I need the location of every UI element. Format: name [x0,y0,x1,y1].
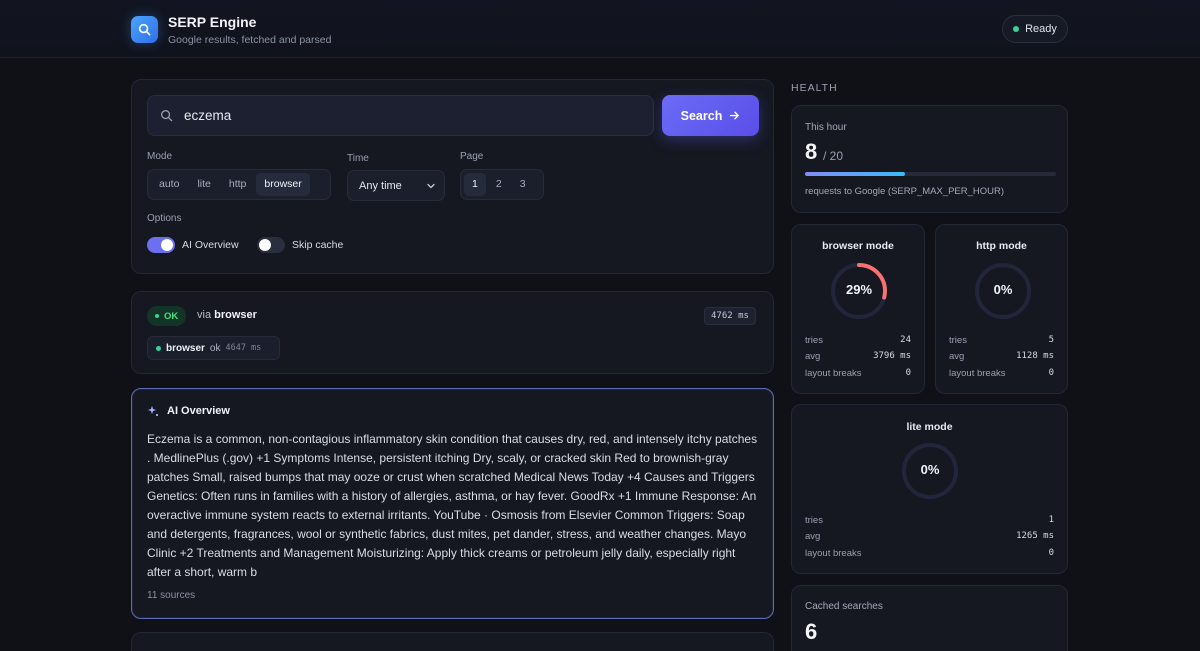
skip-cache-toggle-label: Skip cache [292,239,344,251]
hourly-usage-label: This hour [805,122,847,133]
attempt-dot-icon [156,345,161,351]
skip-cache-toggle[interactable] [257,237,285,253]
stat-label-layout-breaks: layout breaks [805,548,862,559]
success-rate-value: 29% [845,282,873,297]
hourly-usage-count: 8 [805,139,818,164]
ai-overview-toggle-label: AI Overview [182,239,239,251]
options-label: Options [147,213,182,224]
status-dot-icon [1013,26,1020,32]
page-selector: 1 2 3 [460,169,544,200]
time-label: Time [347,153,369,164]
ai-overview-text: Eczema is a common, non-contagious infla… [147,432,758,579]
hourly-usage-caption: requests to Google (SERP_MAX_PER_HOUR) [805,186,1005,197]
stat-label-avg: avg [949,351,965,362]
search-icon [161,110,173,122]
via-prefix: via [197,309,212,321]
app-logo [131,16,158,43]
ai-overview-header: AI Overview [147,405,230,417]
mode-option-auto[interactable]: auto [151,173,187,196]
page-label: Page [460,151,484,162]
mode-selector: auto lite http browser [147,169,331,200]
ai-overview-card: AI Overview Eczema is a common, non-cont… [131,388,774,619]
stat-value-layout-breaks: 0 [1048,368,1054,378]
toggle-knob [161,239,173,251]
stat-value-layout-breaks: 0 [905,368,911,378]
attempt-status: ok [209,342,221,354]
time-select[interactable]: Any time [347,170,445,201]
mode-option-lite[interactable]: lite [189,173,218,196]
via-mode: browser [214,309,257,321]
stat-label-tries: tries [805,335,823,346]
mode-card-title: http mode [976,240,1027,252]
ai-overview-sources-link[interactable]: 11 sources [147,590,195,601]
cached-searches-card: Cached searches 6 [791,585,1068,651]
attempt-chip: browser ok 4647 ms [147,336,280,360]
sparkle-icon [147,405,159,417]
search-input[interactable]: eczema [147,95,654,136]
hourly-usage-card: This hour 8 / 20 requests to Google (SER… [791,105,1068,213]
search-icon [138,23,151,36]
stat-label-layout-breaks: layout breaks [949,368,1006,379]
via-text: via browser [197,309,257,321]
success-rate-value: 0% [993,282,1013,297]
arrow-right-icon [730,111,740,120]
hourly-usage-bar-fill [805,172,906,176]
search-card: eczema Search Mode auto lite http browse… [131,79,774,274]
stat-label-layout-breaks: layout breaks [805,368,862,379]
stat-label-tries: tries [805,515,823,526]
stat-value-avg: 1128 ms [1016,351,1054,361]
ok-dot-icon [155,314,159,318]
hourly-usage-bar [805,172,1056,176]
ai-overview-title: AI Overview [167,405,230,417]
search-button[interactable]: Search [662,95,759,136]
stat-value-tries: 5 [1048,335,1054,345]
mode-label: Mode [147,151,173,162]
mode-card-title: browser mode [822,240,894,252]
search-query: eczema [184,108,232,123]
success-rate-value: 0% [920,462,940,477]
ok-badge: OK [147,306,187,326]
mode-card-lite: lite mode 0% tries 1 avg 1265 ms layout … [791,404,1068,574]
status-badge: Ready [1002,15,1068,43]
ok-badge-text: OK [164,310,179,322]
stat-value-avg: 3796 ms [873,351,911,361]
toggle-knob [259,239,271,251]
stat-value-avg: 1265 ms [1016,531,1054,541]
page-option-3[interactable]: 3 [512,173,534,196]
health-title: HEALTH [791,82,838,94]
app-subtitle: Google results, fetched and parsed [168,34,332,46]
cached-searches-label: Cached searches [805,601,883,612]
mode-option-browser[interactable]: browser [256,173,310,196]
chevron-down-icon [427,183,435,189]
cached-searches-count: 6 [805,619,818,644]
app-title: SERP Engine [168,14,257,30]
result-status-card: OK via browser 4762 ms browser ok 4647 m… [131,291,774,374]
stat-label-avg: avg [805,531,821,542]
stat-value-layout-breaks: 0 [1048,548,1054,558]
mode-card-browser: browser mode 29% tries 24 avg 3796 ms la… [791,224,925,394]
search-button-label: Search [680,108,723,123]
status-text: Ready [1025,23,1057,35]
total-duration-badge: 4762 ms [704,307,756,325]
time-select-value: Any time [359,180,402,192]
mode-option-http[interactable]: http [221,173,255,196]
stat-value-tries: 1 [1048,515,1054,525]
stat-label-avg: avg [805,351,821,362]
attempt-mode: browser [166,342,205,354]
hourly-usage-limit: / 20 [823,149,844,163]
mode-card-title: lite mode [906,421,953,433]
stat-value-tries: 24 [900,335,911,345]
attempt-duration: 4647 ms [225,343,262,353]
page-option-2[interactable]: 2 [488,173,510,196]
mode-card-http: http mode 0% tries 5 avg 1128 ms layout … [935,224,1068,394]
ai-overview-toggle[interactable] [147,237,175,253]
stat-label-tries: tries [949,335,967,346]
result-card [131,632,774,651]
app-header: SERP Engine Google results, fetched and … [0,0,1200,58]
page-option-1[interactable]: 1 [464,173,486,196]
